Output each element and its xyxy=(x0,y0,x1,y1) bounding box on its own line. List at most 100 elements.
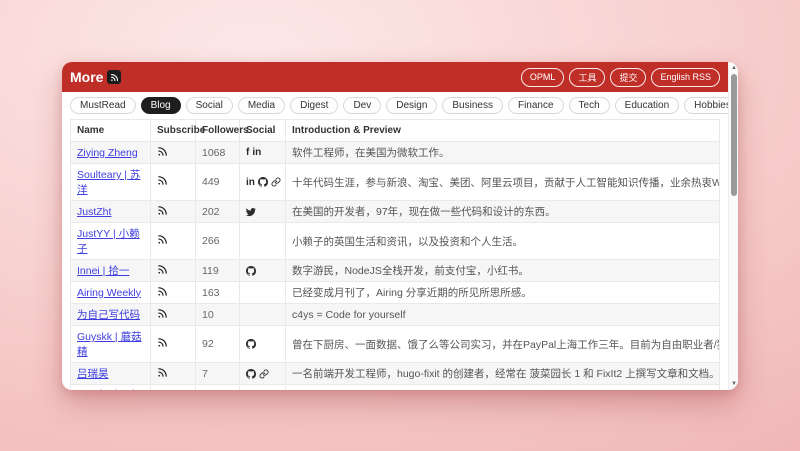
table-container: NameSubscribeFollowersSocialIntroduction… xyxy=(62,119,728,390)
table-row: 吕瑞昊 7 一名前端开发工程师，hugo-fixit 的创建者，经常在 菠菜园长 1… xyxy=(71,363,720,385)
feed-name-link[interactable]: Airing Weekly xyxy=(77,287,141,299)
rss-icon[interactable] xyxy=(157,367,168,378)
scrollbar[interactable]: ▲ ▼ xyxy=(728,62,738,390)
column-header-introduction-preview: Introduction & Preview xyxy=(286,120,720,142)
tab-tech[interactable]: Tech xyxy=(569,97,610,114)
social-links: fin xyxy=(246,147,279,158)
feed-preview: 曾在下厨房、一面数据、饿了么等公司实习，并在PayPal上海工作三年。目前为自由… xyxy=(286,326,720,363)
feed-preview: 十年代码生涯，参与新浪、淘宝、美团、阿里云项目，贡献于人工智能知识传播，业余热衷… xyxy=(286,164,720,201)
followers-count: 2028 xyxy=(196,385,240,391)
github-icon[interactable] xyxy=(258,177,268,187)
followers-count: 202 xyxy=(196,201,240,223)
header-button-1[interactable]: 工具 xyxy=(569,68,605,87)
rss-icon[interactable] xyxy=(157,286,168,297)
rss-icon[interactable] xyxy=(157,146,168,157)
feed-name-link[interactable]: JustYY | 小赖子 xyxy=(77,228,140,255)
column-header-social: Social xyxy=(240,120,286,142)
table-row: HeadSalon | 海德沙龙 2028 辉格，一位对人类社会抱有好奇、持续思考的… xyxy=(71,385,720,391)
table-row: Soulteary | 苏洋 449 in 十年代码生涯，参与新浪、淘宝、美团、阿里云… xyxy=(71,164,720,201)
table-header-row: NameSubscribeFollowersSocialIntroduction… xyxy=(71,120,720,142)
site-title: More xyxy=(70,69,103,85)
social-links: in xyxy=(246,177,279,188)
feed-name-link[interactable]: JustZht xyxy=(77,206,111,218)
linkedin-icon[interactable]: in xyxy=(252,147,261,158)
tab-business[interactable]: Business xyxy=(442,97,503,114)
feeds-table: NameSubscribeFollowersSocialIntroduction… xyxy=(70,119,720,390)
tab-social[interactable]: Social xyxy=(186,97,233,114)
table-row: JustYY | 小赖子 266 小赖子的英国生活和资讯，以及投资和个人生活。 xyxy=(71,223,720,260)
tab-finance[interactable]: Finance xyxy=(508,97,564,114)
app-window: More OPML工具提交 English RSS MustRead Blog Soc… xyxy=(62,62,738,390)
category-tabs: MustRead Blog Social Media Digest Dev Design Bu… xyxy=(62,92,728,119)
scrollbar-thumb[interactable] xyxy=(731,74,737,196)
feed-preview: 数字游民，NodeJS全栈开发，前支付宝，小红书。 xyxy=(286,260,720,282)
github-icon[interactable] xyxy=(246,266,256,276)
rss-icon[interactable] xyxy=(157,308,168,319)
feed-preview: 已经变成月刊了，Airing 分享近期的所见所思所感。 xyxy=(286,282,720,304)
followers-count: 92 xyxy=(196,326,240,363)
link-icon[interactable] xyxy=(259,369,269,379)
github-icon[interactable] xyxy=(246,369,256,379)
table-row: Airing Weekly 163 已经变成月刊了，Airing 分享近期的所见所思… xyxy=(71,282,720,304)
scroll-down-icon[interactable]: ▼ xyxy=(729,380,738,388)
feed-preview: 在美国的开发者，97年，现在做一些代码和设计的东西。 xyxy=(286,201,720,223)
table-row: Ziying Zheng 1068 fin 软件工程师，在美国为微软工作。 xyxy=(71,142,720,164)
header-actions: OPML工具提交 English RSS xyxy=(521,68,720,87)
header-button-opml[interactable]: OPML xyxy=(521,68,565,87)
feed-name-link[interactable]: Soulteary | 苏洋 xyxy=(77,169,140,196)
feed-preview: 一名前端开发工程师，hugo-fixit 的创建者，经常在 菠菜园长 1 和 F… xyxy=(286,363,720,385)
rss-icon[interactable] xyxy=(157,337,168,348)
rss-icon[interactable] xyxy=(157,205,168,216)
social-links xyxy=(246,207,279,217)
followers-count: 7 xyxy=(196,363,240,385)
table-row: 为自己写代码 10 c4ys = Code for yourself xyxy=(71,304,720,326)
column-header-subscribe: Subscribe xyxy=(151,120,196,142)
tab-mustread[interactable]: MustRead xyxy=(70,97,136,114)
rss-icon[interactable] xyxy=(157,264,168,275)
followers-count: 1068 xyxy=(196,142,240,164)
column-header-name: Name xyxy=(71,120,151,142)
scroll-up-icon[interactable]: ▲ xyxy=(729,64,738,72)
feed-name-link[interactable]: 吕瑞昊 xyxy=(77,368,109,380)
social-links xyxy=(246,339,279,349)
site-logo[interactable]: More xyxy=(70,69,121,85)
tab-digest[interactable]: Digest xyxy=(290,97,338,114)
link-icon[interactable] xyxy=(271,177,281,187)
github-icon[interactable] xyxy=(246,339,256,349)
followers-count: 449 xyxy=(196,164,240,201)
table-body: Ziying Zheng1068fin软件工程师，在美国为微软工作。Soulte… xyxy=(71,142,720,391)
table-row: Innei | 拾一 119 数字游民，NodeJS全栈开发，前支付宝，小红书。 xyxy=(71,260,720,282)
tab-blog[interactable]: Blog xyxy=(141,97,181,114)
header-button-english-rss[interactable]: English RSS xyxy=(651,68,720,87)
column-header-followers: Followers xyxy=(196,120,240,142)
rss-icon[interactable] xyxy=(157,234,168,245)
tab-media[interactable]: Media xyxy=(238,97,285,114)
followers-count: 10 xyxy=(196,304,240,326)
tab-design[interactable]: Design xyxy=(386,97,437,114)
feed-preview: c4ys = Code for yourself xyxy=(286,304,720,326)
twitter-icon[interactable] xyxy=(246,207,256,217)
table-row: JustZht 202 在美国的开发者，97年，现在做一些代码和设计的东西。 xyxy=(71,201,720,223)
feed-name-link[interactable]: HeadSalon | 海德沙龙 xyxy=(77,388,135,390)
rss-icon[interactable] xyxy=(157,175,168,186)
followers-count: 163 xyxy=(196,282,240,304)
linkedin-icon[interactable]: in xyxy=(246,177,255,188)
feed-name-link[interactable]: Ziying Zheng xyxy=(77,147,138,159)
feed-name-link[interactable]: Guyskk | 蘑菇精 xyxy=(77,331,142,358)
followers-count: 266 xyxy=(196,223,240,260)
feed-name-link[interactable]: 为自己写代码 xyxy=(77,309,140,321)
app-content: More OPML工具提交 English RSS MustRead Blog Soc… xyxy=(62,62,728,390)
feed-preview: 辉格，一位对人类社会抱有好奇、持续思考的思想者，著有《自私的皮球》《沐猿而冠》《… xyxy=(286,385,720,391)
header-button-2[interactable]: 提交 xyxy=(610,68,646,87)
facebook-icon[interactable]: f xyxy=(246,147,249,158)
header-bar: More OPML工具提交 English RSS xyxy=(62,62,728,92)
social-links xyxy=(246,369,279,379)
tab-education[interactable]: Education xyxy=(615,97,679,114)
followers-count: 119 xyxy=(196,260,240,282)
rss-badge-icon[interactable] xyxy=(107,70,121,84)
feed-name-link[interactable]: Innei | 拾一 xyxy=(77,265,129,277)
feed-preview: 软件工程师，在美国为微软工作。 xyxy=(286,142,720,164)
social-links xyxy=(246,266,279,276)
tab-dev[interactable]: Dev xyxy=(343,97,381,114)
feed-preview: 小赖子的英国生活和资讯，以及投资和个人生活。 xyxy=(286,223,720,260)
